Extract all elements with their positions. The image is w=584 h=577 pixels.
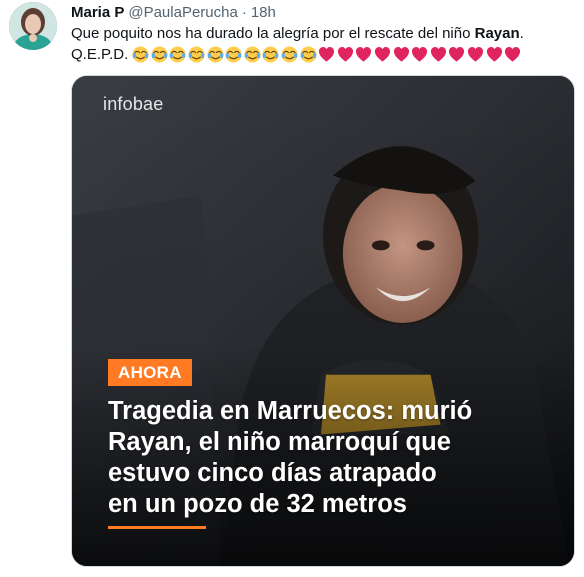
crying-face-icon	[151, 45, 168, 63]
tweet[interactable]: Maria P @PaulaPerucha · 18h Que poquito …	[0, 0, 584, 577]
ahora-badge: AHORA	[108, 359, 192, 386]
headline-line: Rayan, el niño marroquí que	[108, 428, 451, 456]
accent-underline	[108, 526, 206, 529]
red-heart-icon	[319, 46, 335, 62]
red-heart-icon	[505, 46, 521, 62]
separator-dot: ·	[241, 3, 247, 21]
red-heart-icon	[374, 46, 391, 62]
tweet-text-line2: Q.E.P.D.	[71, 44, 523, 64]
author-handle[interactable]: @PaulaPerucha	[128, 4, 237, 21]
red-heart-icon	[486, 46, 502, 62]
tweet-text-part: Que poquito nos ha durado la alegría por…	[71, 25, 475, 42]
headline-line: en un pozo de 32 metros	[108, 490, 407, 518]
red-heart-icon	[356, 46, 372, 62]
crying-face-icon	[300, 45, 317, 63]
tweet-text-part: .	[519, 25, 524, 42]
crying-face-icon	[281, 45, 298, 63]
tweet-text-bold: Rayan	[474, 25, 520, 42]
red-heart-icon	[393, 46, 409, 62]
red-heart-icon	[430, 46, 446, 62]
red-heart-icon	[467, 46, 483, 62]
crying-face-icon	[132, 45, 149, 63]
author-name[interactable]: Maria P	[71, 4, 124, 21]
crying-face-icon	[188, 45, 205, 63]
headline-line: Tragedia en Marruecos: murió	[108, 397, 473, 425]
author-avatar[interactable]	[9, 2, 57, 50]
tweet-header: Maria P @PaulaPerucha · 18h	[71, 2, 276, 22]
crying-face-icon	[225, 45, 242, 63]
emoji-list	[132, 45, 522, 63]
crying-face-icon	[207, 45, 224, 63]
red-heart-icon	[412, 46, 428, 62]
red-heart-icon	[449, 46, 465, 62]
tweet-media-image[interactable]: infobae AHORA Tragedia en Marruecos: mur…	[71, 75, 575, 567]
tweet-text-qepd: Q.E.P.D.	[71, 45, 129, 63]
tweet-text: Que poquito nos ha durado la alegría por…	[71, 24, 571, 44]
crying-face-icon	[169, 45, 186, 63]
crying-face-icon	[244, 45, 261, 63]
headline-line: estuvo cinco días atrapado	[108, 459, 437, 487]
crying-face-icon	[262, 45, 279, 63]
tweet-timestamp[interactable]: 18h	[251, 4, 276, 21]
infobae-logo: infobae	[103, 94, 164, 114]
red-heart-icon	[337, 46, 353, 62]
media-headline: Tragedia en Marruecos: murió Rayan, el n…	[108, 396, 558, 520]
